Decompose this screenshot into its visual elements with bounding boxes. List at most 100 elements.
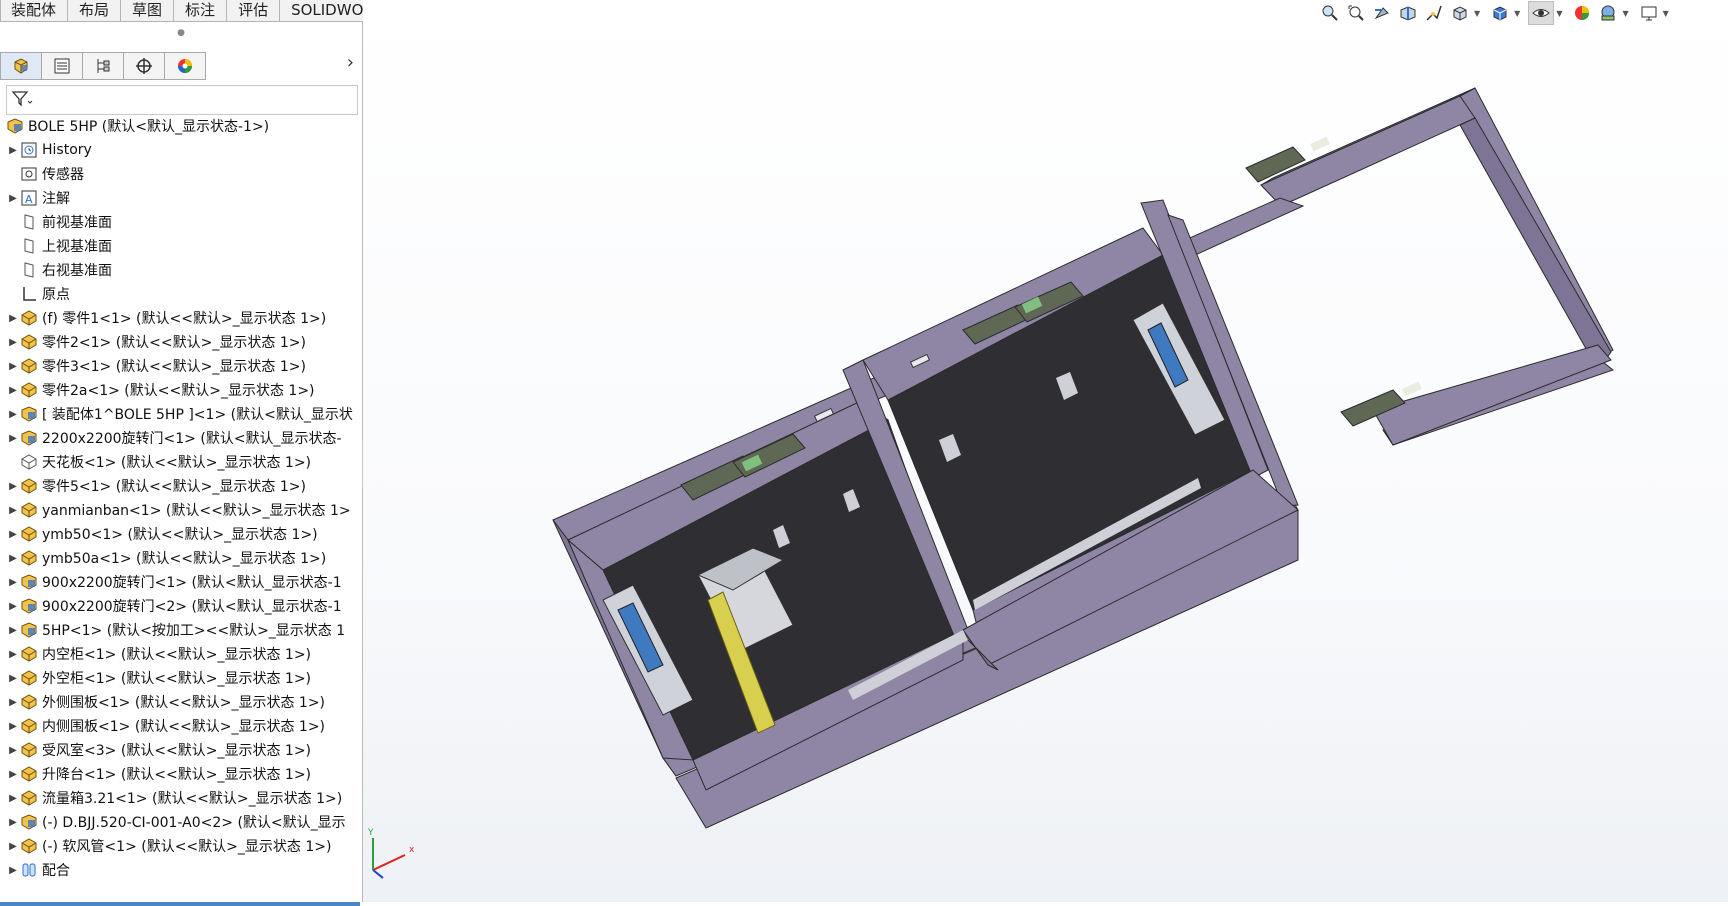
- expand-arrow-icon[interactable]: ▶: [6, 337, 20, 348]
- tree-item-label: ymb50<1> (默认<<默认>_显示状态 1>): [42, 527, 318, 543]
- tree-item[interactable]: 前视基准面: [0, 210, 360, 234]
- tree-item[interactable]: ▶ ymb50a<1> (默认<<默认>_显示状态 1>): [0, 546, 360, 570]
- expand-arrow-icon[interactable]: ▶: [6, 721, 20, 732]
- expand-arrow-icon[interactable]: ▶: [6, 601, 20, 612]
- ribbon-tab[interactable]: 评估: [226, 0, 281, 22]
- expand-arrow-icon[interactable]: ▶: [6, 505, 20, 516]
- tree-item[interactable]: ▶ 内侧围板<1> (默认<<默认>_显示状态 1>): [0, 714, 360, 738]
- expand-arrow-icon[interactable]: ▶: [6, 385, 20, 396]
- expand-arrow-icon[interactable]: ▶: [6, 793, 20, 804]
- assembly-icon: [20, 405, 38, 423]
- tree-item[interactable]: ▶ 零件5<1> (默认<<默认>_显示状态 1>): [0, 474, 360, 498]
- tree-item[interactable]: ▶ 零件2a<1> (默认<<默认>_显示状态 1>): [0, 378, 360, 402]
- tree-item[interactable]: ▶ 升降台<1> (默认<<默认>_显示状态 1>): [0, 762, 360, 786]
- part-icon: [20, 669, 38, 687]
- dimxpert-tab[interactable]: [124, 52, 165, 80]
- ribbon-tab[interactable]: 布局: [67, 0, 122, 22]
- assembly-icon: [20, 573, 38, 591]
- tree-item[interactable]: ▶ 配合: [0, 858, 360, 882]
- expand-arrow-icon[interactable]: ▶: [6, 577, 20, 588]
- expand-arrow-icon[interactable]: ▶: [6, 865, 20, 876]
- mate-icon: [20, 861, 38, 879]
- tree-item[interactable]: ▶ 5HP<1> (默认<按加工><<默认>_显示状态 1: [0, 618, 360, 642]
- expand-arrow-icon[interactable]: ▶: [6, 553, 20, 564]
- expand-arrow-icon[interactable]: ▶: [6, 745, 20, 756]
- tree-item[interactable]: ▶ 900x2200旋转门<2> (默认<默认_显示状态-1: [0, 594, 360, 618]
- tree-item-label: ymb50a<1> (默认<<默认>_显示状态 1>): [42, 551, 327, 567]
- tree-item[interactable]: 原点: [0, 282, 360, 306]
- part-icon: [20, 333, 38, 351]
- expand-arrow-icon[interactable]: ▶: [6, 697, 20, 708]
- tree-item[interactable]: ▶ 外空柜<1> (默认<<默认>_显示状态 1>): [0, 666, 360, 690]
- tree-item[interactable]: ▶ 零件3<1> (默认<<默认>_显示状态 1>): [0, 354, 360, 378]
- part-icon: [20, 381, 38, 399]
- tree-item-label: 内侧围板<1> (默认<<默认>_显示状态 1>): [42, 719, 326, 735]
- panel-splitter[interactable]: [0, 902, 360, 906]
- tree-item[interactable]: 传感器: [0, 162, 360, 186]
- display-manager-tab[interactable]: [165, 52, 206, 80]
- expand-arrow-icon[interactable]: ▶: [6, 481, 20, 492]
- triad-x-label: x: [409, 845, 415, 855]
- expand-arrow-icon[interactable]: ▶: [6, 529, 20, 540]
- ribbon-tab[interactable]: 草图: [120, 0, 175, 22]
- expand-arrow-icon[interactable]: ▶: [6, 841, 20, 852]
- ribbon-tab[interactable]: 装配体: [0, 0, 69, 22]
- tree-item[interactable]: ▶ 流量箱3.21<1> (默认<<默认>_显示状态 1>): [0, 786, 360, 810]
- tree-item-label: 零件5<1> (默认<<默认>_显示状态 1>): [42, 479, 306, 495]
- expand-arrow-icon[interactable]: ▶: [6, 817, 20, 828]
- filter-icon[interactable]: [11, 90, 33, 108]
- tree-item[interactable]: ▶ 外侧围板<1> (默认<<默认>_显示状态 1>): [0, 690, 360, 714]
- room3-bottom-face: [1372, 344, 1612, 446]
- part-icon: [20, 741, 38, 759]
- tree-item[interactable]: ▶ 2200x2200旋转门<1> (默认<默认_显示状态-: [0, 426, 360, 450]
- property-manager-tab[interactable]: [42, 52, 83, 80]
- expand-arrow-icon[interactable]: ▶: [6, 433, 20, 444]
- tree-item[interactable]: ▶ (-) 软风管<1> (默认<<默认>_显示状态 1>): [0, 834, 360, 858]
- tree-item[interactable]: ▶ 900x2200旋转门<1> (默认<默认_显示状态-1: [0, 570, 360, 594]
- tree-item[interactable]: ▶ (-) D.BJJ.520-CI-001-A0<2> (默认<默认_显示: [0, 810, 360, 834]
- assembly-model-3d[interactable]: x Y: [363, 0, 1728, 902]
- graphics-viewport[interactable]: ▼ ▼ ▼ ▼ ▼ x Y: [363, 0, 1728, 902]
- tree-item[interactable]: ▶ 内空柜<1> (默认<<默认>_显示状态 1>): [0, 642, 360, 666]
- panel-expand-chevron-icon[interactable]: ›: [347, 52, 354, 73]
- tree-item[interactable]: ▶ ymb50<1> (默认<<默认>_显示状态 1>): [0, 522, 360, 546]
- expand-arrow-icon[interactable]: ▶: [6, 145, 20, 156]
- display-manager-icon: [178, 59, 192, 73]
- tree-item-label: 注解: [42, 191, 70, 207]
- tree-root-assembly[interactable]: BOLE 5HP (默认<默认_显示状态-1>): [0, 114, 360, 138]
- tree-item[interactable]: ▶ A 注解: [0, 186, 360, 210]
- expand-arrow-icon[interactable]: ▶: [6, 769, 20, 780]
- part-icon: [20, 477, 38, 495]
- tree-item[interactable]: ▶ History: [0, 138, 360, 162]
- axis-triad: x Y: [367, 828, 415, 879]
- tree-filter-input[interactable]: [6, 85, 358, 115]
- tree-item[interactable]: ▶ 零件2<1> (默认<<默认>_显示状态 1>): [0, 330, 360, 354]
- tree-item[interactable]: ▶ 受风室<3> (默认<<默认>_显示状态 1>): [0, 738, 360, 762]
- tree-item[interactable]: ▶ yanmianban<1> (默认<<默认>_显示状态 1>: [0, 498, 360, 522]
- panel-grip[interactable]: ●: [0, 28, 362, 38]
- feature-manager-tab[interactable]: [0, 52, 42, 80]
- expand-arrow-icon[interactable]: ▶: [6, 313, 20, 324]
- history-icon: [20, 141, 38, 159]
- configuration-manager-tab[interactable]: [83, 52, 124, 80]
- tree-item-label: 外空柜<1> (默认<<默认>_显示状态 1>): [42, 671, 312, 687]
- tree-item[interactable]: 右视基准面: [0, 258, 360, 282]
- tree-item[interactable]: ▶ [ 装配体1^BOLE 5HP ]<1> (默认<默认_显示状: [0, 402, 360, 426]
- expand-arrow-icon[interactable]: ▶: [6, 625, 20, 636]
- part-icon: [20, 549, 38, 567]
- part-icon: [20, 693, 38, 711]
- tree-item[interactable]: 天花板<1> (默认<<默认>_显示状态 1>): [0, 450, 360, 474]
- expand-arrow-icon[interactable]: ▶: [6, 361, 20, 372]
- expand-arrow-icon[interactable]: ▶: [6, 649, 20, 660]
- ribbon-tab[interactable]: 标注: [173, 0, 228, 22]
- expand-arrow-icon[interactable]: ▶: [6, 673, 20, 684]
- triad-y-label: Y: [367, 828, 374, 838]
- expand-arrow-icon[interactable]: ▶: [6, 409, 20, 420]
- svg-text:A: A: [25, 193, 33, 206]
- origin-icon: [20, 285, 38, 303]
- expand-arrow-icon[interactable]: ▶: [6, 193, 20, 204]
- part-icon: [20, 525, 38, 543]
- part-icon: [20, 789, 38, 807]
- tree-item[interactable]: 上视基准面: [0, 234, 360, 258]
- tree-item[interactable]: ▶ (f) 零件1<1> (默认<<默认>_显示状态 1>): [0, 306, 360, 330]
